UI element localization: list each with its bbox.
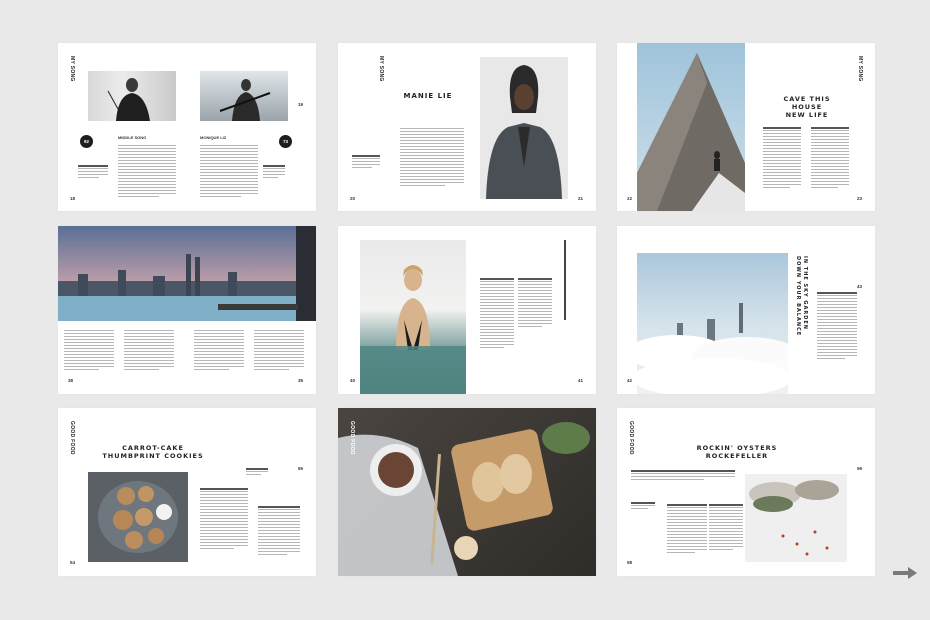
oysters-photo — [745, 474, 847, 562]
title-line-1: CARROT-CAKE — [122, 444, 184, 452]
sidebar-text-left — [78, 165, 108, 180]
article-title: MANIE LIE — [403, 92, 453, 100]
guitarist-photo — [200, 71, 288, 121]
page-number: 58 — [627, 560, 633, 565]
body-text-col-3 — [194, 330, 244, 372]
section-label: GOOD FOOD — [349, 421, 355, 455]
page-number: 43 — [857, 284, 863, 289]
portrait-photo — [480, 57, 568, 199]
pull-quote — [352, 155, 380, 170]
article-title: CAVE THIS HOUSE NEW LIFE — [767, 95, 847, 119]
body-text-left — [118, 145, 176, 199]
page-number: 38 — [68, 378, 74, 383]
body-text-col-1 — [763, 127, 801, 190]
magazine-spread[interactable]: MY SONG MANIE LIE 20 21 — [338, 43, 596, 211]
body-text-col-2 — [518, 278, 552, 329]
artist-name-right: MONIQUE LIZ — [200, 135, 227, 140]
next-button[interactable] — [892, 566, 918, 580]
page-number: 42 — [627, 378, 633, 383]
page-number: 41 — [578, 378, 584, 383]
magazine-spread[interactable]: 40 41 — [338, 226, 596, 394]
singer-photo — [88, 71, 176, 121]
ingredients-list — [258, 506, 300, 557]
body-text-col-1 — [64, 330, 114, 372]
recipe-meta — [246, 468, 268, 477]
cookies-photo — [88, 472, 188, 562]
magazine-spread[interactable]: GOOD FOOD CARROT-CAKE THUMBPRINT COOKIES… — [58, 408, 316, 576]
rating-badge-right: 73 — [279, 135, 292, 148]
recipe-intro-text — [631, 470, 735, 482]
clouds-city-photo — [637, 253, 788, 394]
page-number: 18 — [70, 196, 76, 201]
page-number: 23 — [857, 196, 863, 201]
section-label: MY SONG — [69, 56, 75, 82]
article-title-vertical-2: IN THE SKY GARDEN — [802, 256, 808, 330]
arrow-right-icon — [893, 567, 917, 579]
title-line-1: DOWN YOUR BALANCE — [795, 256, 801, 337]
swimmer-photo — [360, 240, 466, 394]
magazine-spread[interactable]: 38 39 — [58, 226, 316, 394]
sidebar-text-right — [263, 165, 285, 180]
artist-name-left: MIDDLE SONG — [118, 135, 147, 140]
magazine-spread[interactable]: DOWN YOUR BALANCE IN THE SKY GARDEN 42 4… — [617, 226, 875, 394]
skyline-pool-photo — [58, 226, 316, 321]
page-number: 39 — [298, 378, 304, 383]
rating-badge-left: 92 — [80, 135, 93, 148]
page-number: 19 — [298, 102, 304, 107]
title-line-2: ROCKEFELLER — [705, 452, 769, 461]
article-title-vertical: DOWN YOUR BALANCE — [795, 256, 801, 336]
magazine-spread[interactable]: GOOD FOOD ROCKIN' OYSTERS ROCKEFELLER 58… — [617, 408, 875, 576]
body-text — [817, 292, 857, 361]
section-label: GOOD FOOD — [628, 421, 634, 455]
recipe-intro-text — [200, 488, 248, 551]
page-number: 20 — [350, 196, 356, 201]
magazine-spread[interactable]: GOOD FOOD — [338, 408, 596, 576]
title-line-1: ROCKIN' OYSTERS — [696, 444, 778, 452]
ingredients-list — [667, 504, 707, 555]
page-number: 40 — [350, 378, 356, 383]
method-text — [709, 504, 743, 552]
body-text-col-1 — [480, 278, 514, 350]
title-line-1: CAVE THIS HOUSE — [783, 95, 831, 112]
section-label: MY SONG — [378, 56, 384, 82]
vertical-quote — [564, 240, 567, 322]
page-number: 21 — [578, 196, 584, 201]
body-text-col-4 — [254, 330, 304, 372]
page-number: 22 — [627, 196, 633, 201]
section-label: MY SONG — [857, 56, 863, 82]
body-text-right — [200, 145, 258, 199]
title-line-2: NEW LIFE — [785, 111, 829, 120]
recipe-title: CARROT-CAKE THUMBPRINT COOKIES — [98, 444, 208, 460]
page-number: 55 — [298, 466, 304, 471]
body-text-col-2 — [124, 330, 174, 372]
title-line-2: THUMBPRINT COOKIES — [102, 452, 204, 461]
section-label: GOOD FOOD — [69, 421, 75, 455]
page-number: 59 — [857, 466, 863, 471]
food-flatlay-photo — [338, 408, 596, 576]
page-number: 54 — [70, 560, 76, 565]
title-line-2: IN THE SKY GARDEN — [802, 256, 808, 330]
magazine-spread[interactable]: MY SONG CAVE THIS HOUSE NEW LIFE 22 23 — [617, 43, 875, 211]
architecture-photo — [637, 43, 745, 211]
body-text — [400, 128, 464, 188]
magazine-spread[interactable]: MY SONG 19 92 73 MIDDLE SONG MONIQUE LIZ… — [58, 43, 316, 211]
body-text-col-2 — [811, 127, 849, 190]
recipe-title: ROCKIN' OYSTERS ROCKEFELLER — [677, 444, 797, 460]
recipe-meta — [631, 502, 655, 511]
